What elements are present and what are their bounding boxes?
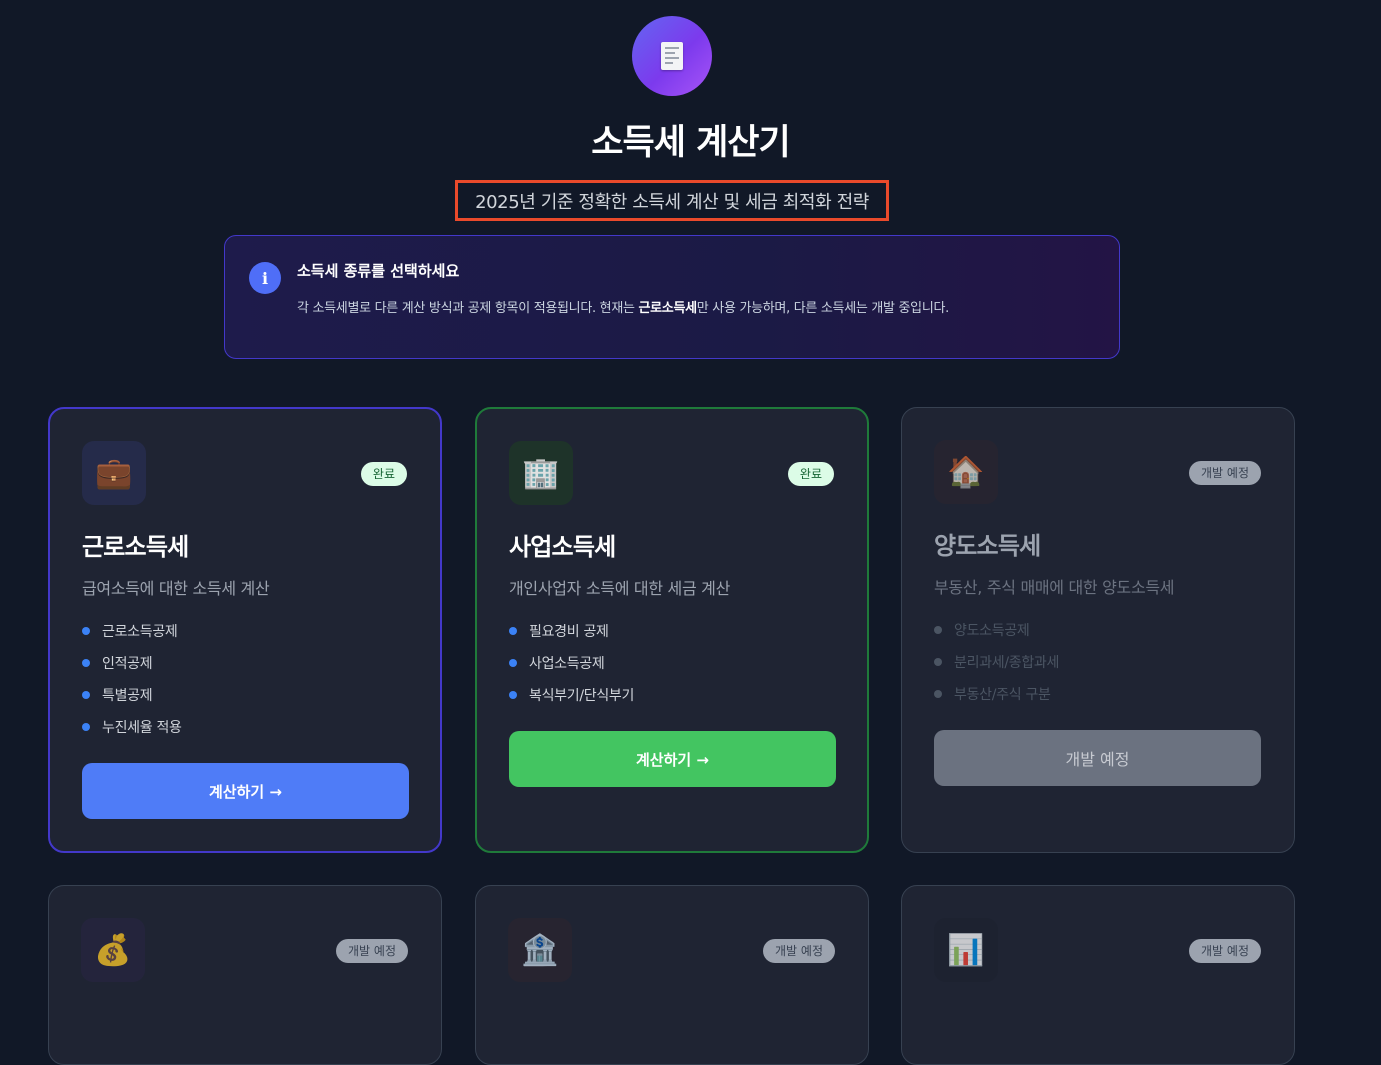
card-title: 양도소득세 (934, 532, 1041, 560)
info-description: 각 소득세별로 다른 계산 방식과 공제 항목이 적용됩니다. 현재는 근로소득… (297, 301, 949, 316)
feature-item: 복식부기/단식부기 (509, 679, 634, 711)
status-badge: 개발 예정 (1189, 461, 1261, 485)
bullet-dot (509, 627, 517, 635)
office-building-icon: 🏢 (509, 441, 573, 505)
calculate-button[interactable]: 계산하기 → (82, 763, 409, 819)
info-banner: i 소득세 종류를 선택하세요 각 소득세별로 다른 계산 방식과 공제 항목이… (224, 235, 1120, 359)
bullet-dot (934, 690, 942, 698)
bank-icon: 🏦 (508, 918, 572, 982)
status-badge: 완료 (787, 462, 834, 486)
card-capital-gains-tax: 🏠 개발 예정 양도소득세 부동산, 주식 매매에 대한 양도소득세 양도소득공… (901, 407, 1295, 853)
card-earned-income-tax[interactable]: 💼 완료 근로소득세 급여소득에 대한 소득세 계산 근로소득공제 인적공제 특… (48, 407, 442, 853)
bullet-dot (509, 691, 517, 699)
receipt-icon (661, 42, 683, 70)
bullet-dot (934, 658, 942, 666)
card-description: 부동산, 주식 매매에 대한 양도소득세 (934, 578, 1175, 597)
feature-list: 양도소득공제 분리과세/종합과세 부동산/주식 구분 (934, 614, 1059, 710)
feature-item: 인적공제 (82, 647, 182, 679)
feature-item: 부동산/주식 구분 (934, 678, 1059, 710)
card-title: 사업소득세 (509, 533, 616, 561)
card-business-income-tax[interactable]: 🏢 완료 사업소득세 개인사업자 소득에 대한 세금 계산 필요경비 공제 사업… (475, 407, 869, 853)
feature-item: 근로소득공제 (82, 615, 182, 647)
subtitle-highlight: 2025년 기준 정확한 소득세 계산 및 세금 최적화 전략 (455, 180, 889, 221)
feature-item: 특별공제 (82, 679, 182, 711)
card-description: 개인사업자 소득에 대한 세금 계산 (509, 579, 731, 598)
feature-item: 사업소득공제 (509, 647, 634, 679)
bullet-dot (82, 691, 90, 699)
feature-list: 근로소득공제 인적공제 특별공제 누진세율 적용 (82, 615, 182, 743)
status-badge: 개발 예정 (763, 939, 835, 963)
coming-soon-button: 개발 예정 (934, 730, 1261, 786)
feature-item: 양도소득공제 (934, 614, 1059, 646)
status-badge: 개발 예정 (1189, 939, 1261, 963)
bullet-dot (82, 659, 90, 667)
card-description: 급여소득에 대한 소득세 계산 (82, 579, 270, 598)
bullet-dot (82, 723, 90, 731)
bullet-dot (934, 626, 942, 634)
calculate-button[interactable]: 계산하기 → (509, 731, 836, 787)
feature-item: 누진세율 적용 (82, 711, 182, 743)
feature-item: 필요경비 공제 (509, 615, 634, 647)
feature-item: 분리과세/종합과세 (934, 646, 1059, 678)
bullet-dot (509, 659, 517, 667)
bullet-dot (82, 627, 90, 635)
status-badge: 개발 예정 (336, 939, 408, 963)
page-title: 소득세 계산기 (591, 123, 790, 163)
bar-chart-icon: 📊 (934, 918, 998, 982)
card-tax-4: 💰 개발 예정 (48, 885, 442, 1065)
page-subtitle: 2025년 기준 정확한 소득세 계산 및 세금 최적화 전략 (475, 191, 869, 213)
card-tax-6: 📊 개발 예정 (901, 885, 1295, 1065)
info-title: 소득세 종류를 선택하세요 (297, 262, 460, 280)
card-tax-5: 🏦 개발 예정 (475, 885, 869, 1065)
feature-list: 필요경비 공제 사업소득공제 복식부기/단식부기 (509, 615, 634, 711)
card-title: 근로소득세 (82, 533, 189, 561)
app-logo (632, 16, 712, 96)
house-icon: 🏠 (934, 440, 998, 504)
money-bag-icon: 💰 (81, 918, 145, 982)
info-icon: i (249, 262, 281, 294)
status-badge: 완료 (360, 462, 407, 486)
briefcase-icon: 💼 (82, 441, 146, 505)
